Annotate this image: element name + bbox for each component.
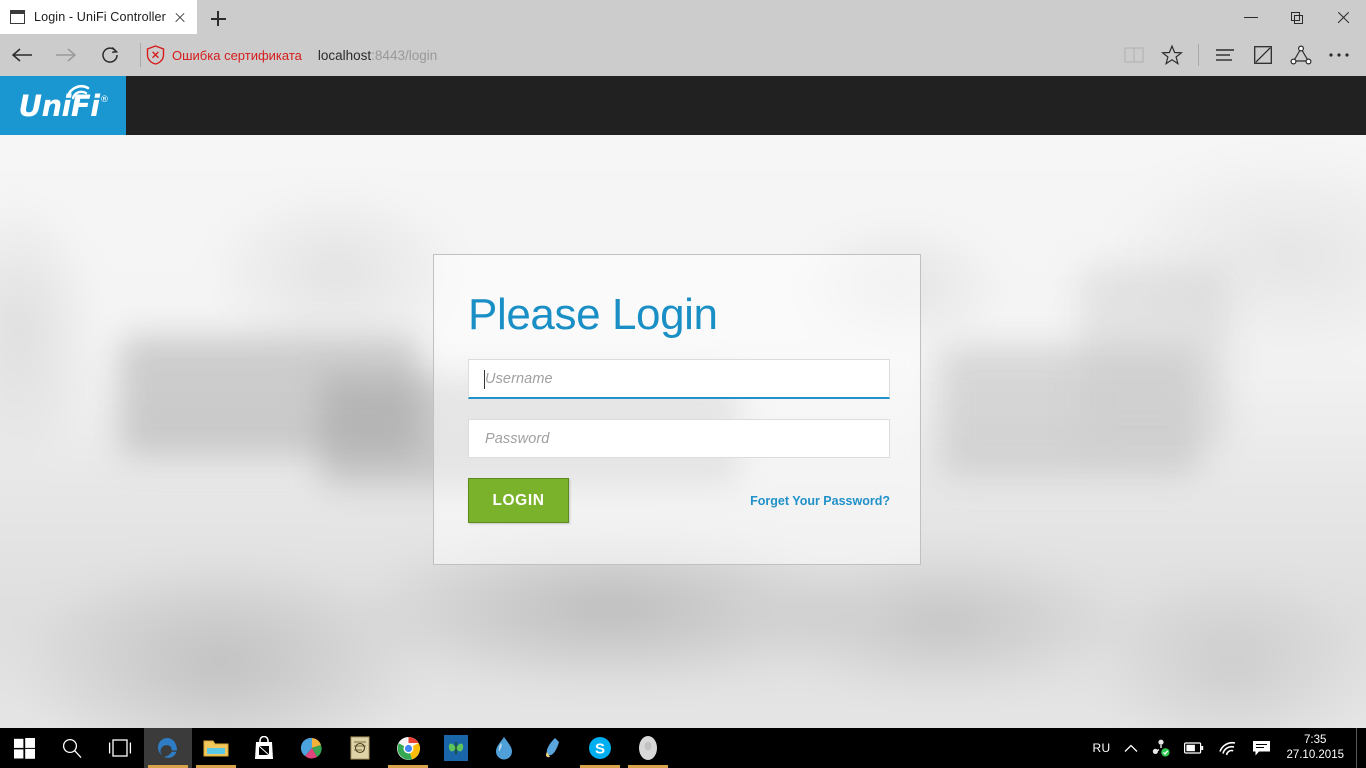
forward-icon[interactable] [44, 34, 88, 76]
oval-app-icon [635, 735, 661, 761]
certificate-error-text: Ошибка сертификата [172, 47, 302, 63]
more-icon[interactable] [1320, 34, 1358, 76]
chevron-up-icon [1124, 744, 1138, 752]
window-controls [1228, 0, 1366, 34]
web-note-icon[interactable] [1244, 34, 1282, 76]
url-host: localhost [317, 47, 372, 63]
show-hidden-icons-button[interactable] [1117, 728, 1145, 768]
back-icon[interactable] [0, 34, 44, 76]
taskbar-app-chrome[interactable] [384, 728, 432, 768]
forgot-password-link[interactable]: Forget Your Password? [750, 494, 890, 508]
language-indicator[interactable]: RU [1086, 728, 1118, 768]
clock-date: 27.10.2015 [1286, 749, 1344, 761]
taskbar-app-notes[interactable] [336, 728, 384, 768]
taskbar-app-store[interactable] [240, 728, 288, 768]
drop-icon [491, 735, 517, 761]
search-button[interactable] [48, 728, 96, 768]
restore-button[interactable] [1274, 0, 1320, 34]
sync-status-icon[interactable] [1145, 728, 1177, 768]
url-text: localhost:8443/login [318, 48, 437, 63]
wifi-arc-icon [66, 84, 89, 99]
text-caret [484, 370, 485, 389]
share-icon[interactable] [1282, 34, 1320, 76]
start-button[interactable] [0, 728, 48, 768]
toolbar-divider [1198, 44, 1199, 66]
close-button[interactable] [1320, 0, 1366, 34]
url-path: :8443/login [371, 47, 438, 63]
task-view-button[interactable] [96, 728, 144, 768]
app-top-bar: UniFi ® [0, 76, 1366, 135]
taskbar-app-edge[interactable] [144, 728, 192, 768]
favorites-icon[interactable] [1153, 34, 1191, 76]
task-view-icon [108, 739, 132, 757]
window-icon [10, 10, 25, 24]
chrome-icon [395, 735, 421, 761]
wifi-icon[interactable] [1211, 728, 1245, 768]
password-input[interactable]: Password [468, 419, 890, 458]
system-tray: RU 7:35 27.10.2015 [1086, 728, 1366, 768]
refresh-icon[interactable] [88, 34, 132, 76]
web-page: UniFi ® Please Login Username Password L… [0, 76, 1366, 728]
tab-title: Login - UniFi Controller [34, 10, 166, 24]
store-icon [251, 735, 277, 761]
screen: Login - UniFi Controller Ошибка сертифик… [0, 0, 1366, 768]
butterfly-icon [444, 735, 468, 761]
windows-taskbar: S RU 7:35 27.10.2015 [0, 728, 1366, 768]
windows-logo-icon [13, 737, 35, 759]
taskbar-app-drop[interactable] [480, 728, 528, 768]
reading-view-icon[interactable] [1115, 34, 1153, 76]
edge-icon [155, 735, 181, 761]
file-explorer-icon [203, 735, 229, 761]
browser-toolbar: Ошибка сертификата localhost:8443/login [0, 34, 1366, 76]
toolbar-icons [1115, 34, 1366, 76]
unifi-logo: UniFi ® [0, 76, 126, 135]
taskbar-app-brush[interactable] [528, 728, 576, 768]
background-blur-shape [1080, 266, 1230, 446]
address-bar[interactable]: Ошибка сертификата localhost:8443/login [140, 39, 1115, 71]
taskbar-app-butterfly[interactable] [432, 728, 480, 768]
registered-mark-icon: ® [100, 94, 109, 105]
page-title: Please Login [468, 290, 718, 339]
new-tab-button[interactable] [197, 4, 239, 34]
show-desktop-button[interactable] [1356, 728, 1364, 768]
hub-icon[interactable] [1206, 34, 1244, 76]
clock-time: 7:35 [1304, 734, 1327, 746]
action-center-icon[interactable] [1245, 728, 1278, 768]
taskbar-app-oval[interactable] [624, 728, 672, 768]
skype-icon: S [587, 735, 613, 761]
certificate-error-icon [146, 45, 165, 65]
unifi-logo-text: UniFi ® [19, 84, 109, 123]
tab-strip: Login - UniFi Controller [0, 0, 1366, 34]
clock[interactable]: 7:35 27.10.2015 [1278, 728, 1356, 768]
language-label: RU [1092, 741, 1111, 755]
notes-icon [347, 735, 373, 761]
login-card: Please Login Username Password LOGIN For… [433, 254, 921, 565]
minimize-button[interactable] [1228, 0, 1274, 34]
svg-text:S: S [595, 741, 605, 758]
battery-icon[interactable] [1177, 728, 1211, 768]
browser-window: Login - UniFi Controller Ошибка сертифик… [0, 0, 1366, 728]
photos-icon [299, 735, 325, 761]
certificate-error-badge[interactable]: Ошибка сертификата [146, 45, 302, 65]
password-placeholder: Password [485, 430, 550, 447]
browser-tab-active[interactable]: Login - UniFi Controller [0, 0, 197, 34]
login-button[interactable]: LOGIN [468, 478, 569, 523]
taskbar-app-file-explorer[interactable] [192, 728, 240, 768]
search-icon [62, 738, 82, 759]
username-input[interactable]: Username [468, 359, 890, 399]
close-icon[interactable] [169, 6, 191, 28]
brush-icon [539, 735, 565, 761]
login-actions: LOGIN Forget Your Password? [468, 478, 890, 523]
taskbar-app-skype[interactable]: S [576, 728, 624, 768]
username-placeholder: Username [485, 370, 553, 387]
taskbar-app-photos[interactable] [288, 728, 336, 768]
